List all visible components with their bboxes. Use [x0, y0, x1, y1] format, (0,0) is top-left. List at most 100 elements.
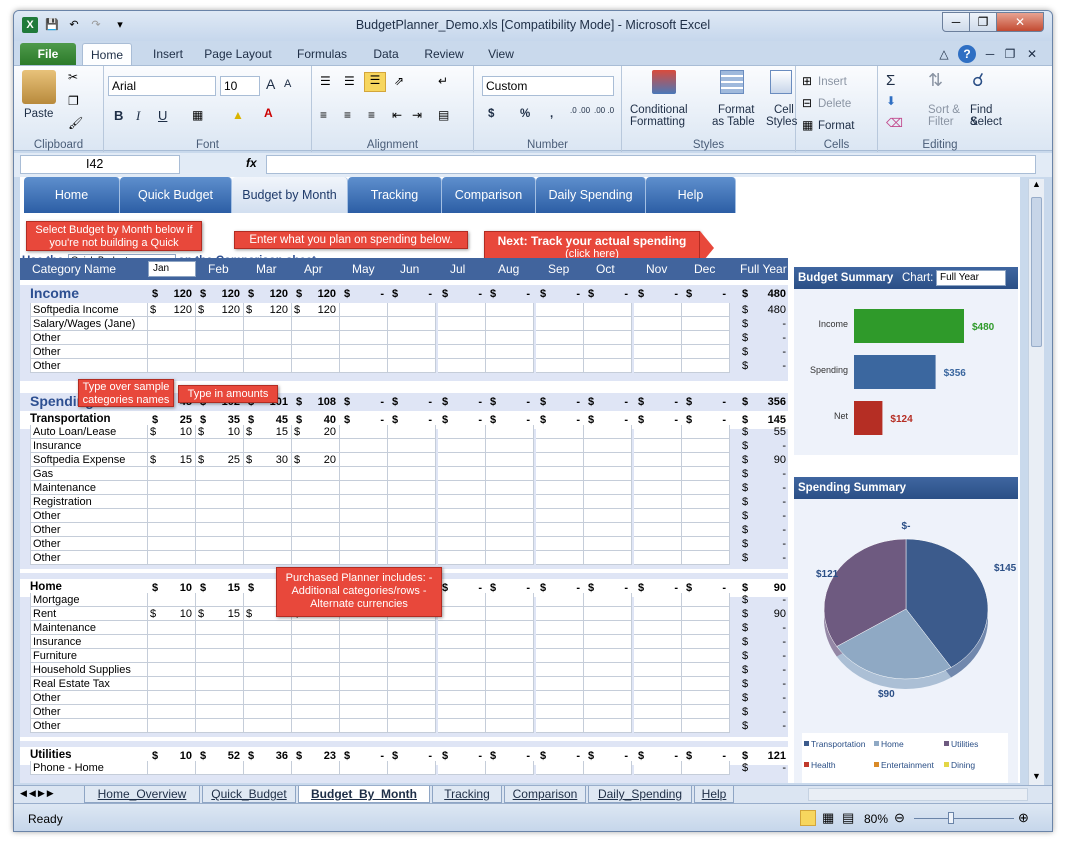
amount-cell[interactable] — [634, 607, 682, 621]
category-cell[interactable]: Gas — [30, 467, 148, 481]
amount-cell[interactable] — [584, 523, 632, 537]
amount-cell[interactable] — [148, 649, 196, 663]
amount-cell[interactable] — [388, 331, 436, 345]
amount-cell[interactable] — [486, 635, 534, 649]
clear-icon[interactable]: ⌫ — [886, 116, 903, 130]
amount-cell[interactable] — [584, 621, 632, 635]
amount-cell[interactable] — [292, 495, 340, 509]
amount-cell[interactable] — [682, 509, 730, 523]
delete-cells-button[interactable]: Delete — [818, 98, 851, 110]
format-cells-button[interactable]: Format — [818, 120, 854, 132]
amount-cell[interactable] — [196, 345, 244, 359]
amount-cell[interactable] — [148, 677, 196, 691]
amount-cell[interactable] — [536, 453, 584, 467]
amount-cell[interactable] — [682, 345, 730, 359]
amount-cell[interactable]: $15 — [148, 453, 196, 467]
font-color-icon[interactable]: A — [264, 106, 273, 120]
amount-cell[interactable] — [634, 677, 682, 691]
increase-indent-icon[interactable]: ⇥ — [412, 108, 422, 122]
amount-cell[interactable] — [388, 677, 436, 691]
page-break-view-icon[interactable]: ▤ — [842, 810, 854, 826]
amount-cell[interactable] — [584, 691, 632, 705]
amount-cell[interactable] — [388, 621, 436, 635]
amount-cell[interactable] — [486, 467, 534, 481]
amount-cell[interactable] — [682, 331, 730, 345]
amount-cell[interactable] — [486, 663, 534, 677]
amount-cell[interactable]: $15 — [196, 607, 244, 621]
increase-decimal-button[interactable]: .0 .00 — [570, 106, 590, 115]
amount-cell[interactable]: $120 — [292, 303, 340, 317]
amount-cell[interactable] — [438, 537, 486, 551]
bold-button[interactable]: B — [114, 108, 123, 123]
comma-button[interactable]: , — [550, 108, 553, 120]
amount-cell[interactable] — [388, 691, 436, 705]
close-button[interactable]: ✕ — [996, 12, 1044, 32]
paste-icon[interactable] — [22, 70, 56, 104]
amount-cell[interactable] — [634, 331, 682, 345]
amount-cell[interactable] — [584, 705, 632, 719]
amount-cell[interactable] — [292, 523, 340, 537]
amount-cell[interactable] — [340, 509, 388, 523]
category-cell[interactable]: Registration — [30, 495, 148, 509]
number-format-select[interactable]: Custom — [482, 76, 614, 96]
grow-font-icon[interactable]: A — [266, 76, 275, 92]
amount-cell[interactable] — [292, 359, 340, 373]
amount-cell[interactable] — [584, 439, 632, 453]
sheet-tab[interactable]: Help — [694, 786, 734, 803]
amount-cell[interactable] — [148, 761, 196, 775]
align-middle-icon[interactable]: ☰ — [344, 74, 355, 88]
amount-cell[interactable] — [682, 453, 730, 467]
amount-cell[interactable] — [536, 705, 584, 719]
cell-styles-icon[interactable] — [770, 70, 792, 94]
category-cell[interactable]: Other — [30, 359, 148, 373]
amount-cell[interactable] — [634, 663, 682, 677]
amount-cell[interactable] — [388, 453, 436, 467]
amount-cell[interactable] — [148, 537, 196, 551]
amount-cell[interactable] — [340, 705, 388, 719]
amount-cell[interactable] — [244, 691, 292, 705]
amount-cell[interactable] — [486, 481, 534, 495]
amount-cell[interactable] — [438, 621, 486, 635]
insert-cells-button[interactable]: Insert — [818, 76, 847, 88]
amount-cell[interactable] — [438, 691, 486, 705]
amount-cell[interactable] — [340, 635, 388, 649]
amount-cell[interactable] — [244, 761, 292, 775]
amount-cell[interactable]: $120 — [244, 303, 292, 317]
category-cell[interactable]: Phone - Home — [30, 761, 148, 775]
amount-cell[interactable] — [340, 551, 388, 565]
category-cell[interactable]: Mortgage — [30, 593, 148, 607]
amount-cell[interactable] — [536, 607, 584, 621]
amount-cell[interactable] — [148, 635, 196, 649]
amount-cell[interactable] — [196, 481, 244, 495]
amount-cell[interactable] — [438, 719, 486, 733]
amount-cell[interactable] — [682, 537, 730, 551]
amount-cell[interactable] — [388, 663, 436, 677]
amount-cell[interactable] — [244, 359, 292, 373]
amount-cell[interactable] — [536, 677, 584, 691]
amount-cell[interactable] — [584, 663, 632, 677]
amount-cell[interactable] — [682, 317, 730, 331]
amount-cell[interactable] — [292, 649, 340, 663]
amount-cell[interactable] — [486, 425, 534, 439]
category-cell[interactable]: Other — [30, 705, 148, 719]
minimize-ribbon-icon[interactable]: △ — [936, 43, 952, 65]
amount-cell[interactable] — [536, 551, 584, 565]
amount-cell[interactable] — [196, 359, 244, 373]
amount-cell[interactable] — [244, 649, 292, 663]
cell-label[interactable]: Cell — [774, 104, 794, 116]
amount-cell[interactable] — [196, 761, 244, 775]
amount-cell[interactable] — [536, 509, 584, 523]
category-cell[interactable]: Real Estate Tax — [30, 677, 148, 691]
amount-cell[interactable] — [634, 649, 682, 663]
sheet-tab[interactable]: Budget_By_Month — [298, 786, 430, 803]
category-cell[interactable]: Maintenance — [30, 621, 148, 635]
amount-cell[interactable] — [584, 331, 632, 345]
amount-cell[interactable] — [682, 761, 730, 775]
amount-cell[interactable] — [148, 359, 196, 373]
amount-cell[interactable] — [438, 359, 486, 373]
amount-cell[interactable] — [486, 317, 534, 331]
category-cell[interactable]: Other — [30, 719, 148, 733]
amount-cell[interactable] — [584, 677, 632, 691]
amount-cell[interactable] — [292, 677, 340, 691]
amount-cell[interactable] — [536, 317, 584, 331]
